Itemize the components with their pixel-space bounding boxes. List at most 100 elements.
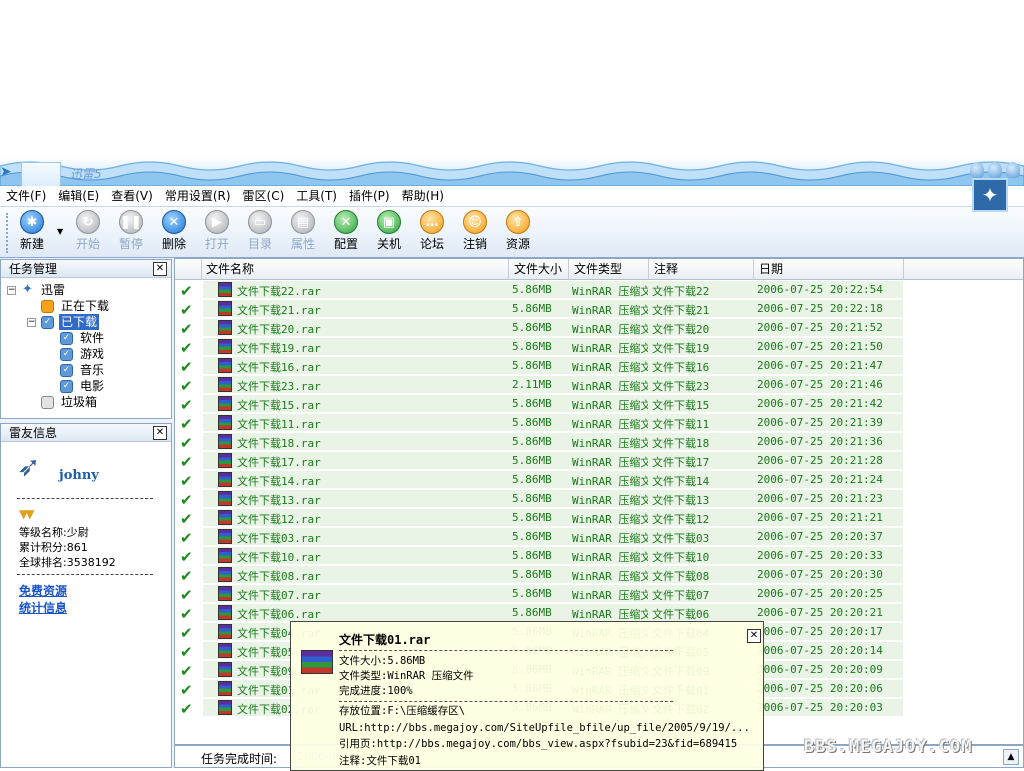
file-info-tooltip: 文件下载01.rar ✕ 文件大小:5.86MB 文件类型:WinRAR 压缩文…	[290, 621, 764, 771]
shutdown-button[interactable]: ▣ 关机	[369, 209, 409, 251]
completed-check-icon: ✔	[180, 700, 193, 718]
new-button[interactable]: ✱ 新建	[12, 209, 52, 251]
config-button[interactable]: ✕ 配置	[326, 209, 366, 251]
cell-filename: 文件下载20.rar	[237, 323, 321, 336]
table-row[interactable]: ✔ 文件下载03.rar 5.86MB WinRAR 压缩文 文件下载03 2006-07…	[175, 528, 1023, 547]
friend-info-close-button[interactable]: ✕	[153, 426, 167, 440]
table-row[interactable]: ✔ 文件下载15.rar 5.86MB WinRAR 压缩文 文件下载15 2006-07…	[175, 395, 1023, 414]
folder-button[interactable]: ▭ 目录	[240, 209, 280, 251]
statistics-link[interactable]: 统计信息	[19, 599, 67, 616]
delete-button[interactable]: ✕ 删除	[154, 209, 194, 251]
minimize-button[interactable]	[970, 162, 984, 178]
tree-item-movies[interactable]: ✓ 电影	[1, 378, 171, 394]
table-row[interactable]: ✔ 文件下载16.rar 5.86MB WinRAR 压缩文 文件下载16 2006-07…	[175, 357, 1023, 376]
open-button[interactable]: ▶ 打开	[197, 209, 237, 251]
menu-tools[interactable]: 工具(T)	[296, 186, 337, 206]
column-status[interactable]	[175, 259, 202, 280]
maximize-button[interactable]	[988, 162, 1002, 178]
cell-size: 5.86MB	[512, 587, 552, 600]
cell-note: 文件下载23	[652, 380, 710, 393]
table-row[interactable]: ✔ 文件下载11.rar 5.86MB WinRAR 压缩文 文件下载11 2006-07…	[175, 414, 1023, 433]
table-row[interactable]: ✔ 文件下载23.rar 2.11MB WinRAR 压缩文 文件下载23 2006-07…	[175, 376, 1023, 395]
tree-item-trash[interactable]: 垃圾箱	[1, 394, 171, 410]
table-row[interactable]: ✔ 文件下载19.rar 5.86MB WinRAR 压缩文 文件下载19 2006-07…	[175, 338, 1023, 357]
winrar-file-icon	[218, 377, 232, 392]
cell-date: 2006-07-25 20:21:21	[757, 511, 883, 524]
winrar-file-icon	[218, 339, 232, 354]
menu-settings[interactable]: 常用设置(R)	[165, 186, 231, 206]
completion-time-label: 任务完成时间:	[201, 752, 278, 766]
tooltip-url: URL:http://bbs.megajoy.com/SiteUpfile_bf…	[339, 722, 750, 734]
tooltip-note: 注释:文件下载01	[339, 755, 421, 767]
table-row[interactable]: ✔ 文件下载14.rar 5.86MB WinRAR 压缩文 文件下载14 2006-07…	[175, 471, 1023, 490]
back-arrow-icon[interactable]: ➤	[0, 164, 18, 180]
column-date[interactable]: 日期	[754, 259, 904, 280]
completed-check-icon: ✔	[180, 415, 193, 433]
table-row[interactable]: ✔ 文件下载21.rar 5.86MB WinRAR 压缩文 文件下载21 2006-07…	[175, 300, 1023, 319]
table-row[interactable]: ✔ 文件下载22.rar 5.86MB WinRAR 压缩文 文件下载22 2006-07…	[175, 281, 1023, 300]
start-icon: ↻	[76, 210, 100, 234]
cell-note: 文件下载22	[652, 285, 710, 298]
task-manager-title: 任务管理	[9, 262, 58, 276]
tree-item-music[interactable]: ✓ 音乐	[1, 362, 171, 378]
shutdown-icon: ▣	[377, 210, 401, 234]
new-dropdown-arrow-icon[interactable]: ▼	[57, 227, 63, 236]
table-row[interactable]: ✔ 文件下载08.rar 5.86MB WinRAR 压缩文 文件下载08 2006-07…	[175, 566, 1023, 585]
tooltip-close-button[interactable]: ✕	[747, 629, 761, 643]
list-header: 文件名称 文件大小 文件类型 注释 日期	[175, 259, 1023, 280]
tooltip-location: 存放位置:F:\压缩缓存区\	[339, 705, 466, 717]
scroll-up-button[interactable]: ▲	[1003, 749, 1019, 765]
cell-filename: 文件下载11.rar	[237, 418, 321, 431]
column-size[interactable]: 文件大小	[509, 259, 569, 280]
tree-item-thunder[interactable]: − ✦ 迅雷	[1, 282, 171, 298]
table-row[interactable]: ✔ 文件下载12.rar 5.86MB WinRAR 压缩文 文件下载12 2006-07…	[175, 509, 1023, 528]
start-button[interactable]: ↻ 开始	[68, 209, 108, 251]
downloading-icon	[41, 300, 54, 313]
cell-note: 文件下载08	[652, 570, 710, 583]
pause-button[interactable]: ❚❚ 暂停	[111, 209, 151, 251]
completed-check-icon: ✔	[180, 548, 193, 566]
logout-button[interactable]: ☺ 注销	[455, 209, 495, 251]
toolbar-grip[interactable]	[6, 213, 10, 253]
menu-thunder-zone[interactable]: 雷区(C)	[243, 186, 285, 206]
menu-help[interactable]: 帮助(H)	[402, 186, 444, 206]
menu-view[interactable]: 查看(V)	[111, 186, 153, 206]
column-note[interactable]: 注释	[649, 259, 754, 280]
winrar-file-icon	[218, 491, 232, 506]
table-row[interactable]: ✔ 文件下载17.rar 5.86MB WinRAR 压缩文 文件下载17 2006-07…	[175, 452, 1023, 471]
task-manager-close-button[interactable]: ✕	[153, 262, 167, 276]
table-row[interactable]: ✔ 文件下载13.rar 5.86MB WinRAR 压缩文 文件下载13 2006-07…	[175, 490, 1023, 509]
task-manager-panel: 任务管理 ✕ − ✦ 迅雷 正在下载 − ✓ 已下载 ✓ 软件 ✓ 游戏 ✓ 音…	[0, 259, 172, 419]
free-resources-link[interactable]: 免费资源	[19, 582, 67, 599]
cell-note: 文件下载07	[652, 589, 710, 602]
forum-button[interactable]: … 论坛	[412, 209, 452, 251]
cell-type: WinRAR 压缩文	[572, 532, 648, 545]
thunder-icon: ✦	[22, 282, 33, 297]
friend-info-panel: 雷友信息 ✕ ➶ johny ▼▼ 等级名称:少尉 累计积分:861 全球排名:…	[0, 423, 172, 768]
watermark-text: BBS.MEGAJOY.COM	[804, 737, 973, 757]
completed-check-icon: ✔	[180, 301, 193, 319]
tree-item-games[interactable]: ✓ 游戏	[1, 346, 171, 362]
menu-file[interactable]: 文件(F)	[6, 186, 46, 206]
table-row[interactable]: ✔ 文件下载07.rar 5.86MB WinRAR 压缩文 文件下载07 2006-07…	[175, 585, 1023, 604]
friend-info-header: 雷友信息 ✕	[1, 424, 171, 442]
properties-button[interactable]: ▤ 属性	[283, 209, 323, 251]
tree-item-software[interactable]: ✓ 软件	[1, 330, 171, 346]
table-row[interactable]: ✔ 文件下载20.rar 5.86MB WinRAR 压缩文 文件下载20 2006-07…	[175, 319, 1023, 338]
column-type[interactable]: 文件类型	[569, 259, 649, 280]
column-filename[interactable]: 文件名称	[202, 259, 509, 280]
resource-button[interactable]: ⇧ 资源	[498, 209, 538, 251]
table-row[interactable]: ✔ 文件下载18.rar 5.86MB WinRAR 压缩文 文件下载18 2006-07…	[175, 433, 1023, 452]
tree-item-downloading[interactable]: 正在下载	[1, 298, 171, 314]
winrar-file-icon	[218, 301, 232, 316]
tree-item-downloaded[interactable]: − ✓ 已下载	[1, 314, 171, 330]
tree-collapse-toggle[interactable]: −	[7, 286, 16, 295]
username: johny	[59, 468, 99, 483]
tree-collapse-toggle[interactable]: −	[27, 318, 36, 327]
table-row[interactable]: ✔ 文件下载10.rar 5.86MB WinRAR 压缩文 文件下载10 2006-07…	[175, 547, 1023, 566]
menu-edit[interactable]: 编辑(E)	[58, 186, 99, 206]
completed-check-icon: ✔	[180, 681, 193, 699]
menu-plugins[interactable]: 插件(P)	[349, 186, 390, 206]
close-button[interactable]	[1006, 162, 1020, 178]
open-icon: ▶	[205, 210, 229, 234]
